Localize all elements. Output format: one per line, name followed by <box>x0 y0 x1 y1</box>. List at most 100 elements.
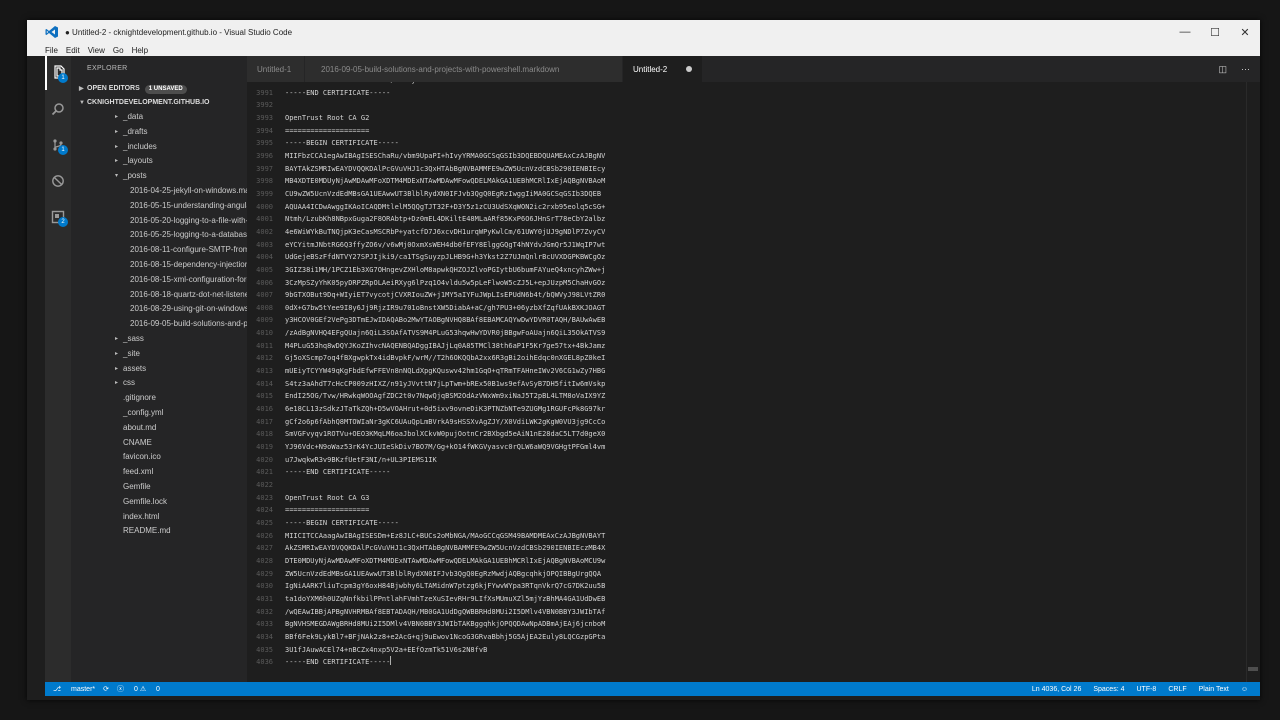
tree-file-item[interactable]: 2016-08-18-quartz-dot-net-listeners. <box>71 288 247 303</box>
line-text: SmVGFvyqv1ROTVu+OEO3KMqLM6oaJbolXCkvW0pu… <box>285 430 606 439</box>
chevron-right-icon: ▸ <box>115 143 119 150</box>
search-icon <box>51 103 64 116</box>
line-number: 4020 <box>256 455 273 464</box>
line-text: ==================== <box>285 506 370 515</box>
tree-file-item[interactable]: README.md <box>71 524 247 539</box>
tree-folder-item[interactable]: ▸ _includes <box>71 140 247 155</box>
chevron-right-icon: ▸ <box>115 114 119 120</box>
tree-folder-item[interactable]: ▸ css <box>71 376 247 391</box>
tree-item-label: 2016-08-18-quartz-dot-net-listeners. <box>130 289 247 299</box>
line-number: 4006 <box>256 278 273 287</box>
tree-folder-item[interactable]: ▸ _site <box>71 347 247 362</box>
tree-folder-item[interactable]: ▸ _drafts <box>71 125 247 140</box>
menu-view[interactable]: View <box>88 46 105 55</box>
language-mode[interactable]: Plain Text <box>1199 686 1229 693</box>
search-activity[interactable] <box>45 92 71 126</box>
tree-item-label: Gemfile <box>123 481 151 491</box>
git-activity[interactable]: 1 <box>45 128 71 162</box>
line-ending[interactable]: CRLF <box>1168 686 1186 693</box>
tree-folder-item[interactable]: ▸ _layouts <box>71 154 247 169</box>
window-title: ● Untitled-2 - cknightdevelopment.github… <box>65 27 293 37</box>
tree-item-label: _posts <box>123 171 147 181</box>
code-line: 3997 BAYTAkZSMRIwEAYDVQQKDAlPcGVuVHJ1c3Qx… <box>247 163 1260 176</box>
tree-file-item[interactable]: 2016-08-29-using-git-on-windows-y <box>71 302 247 317</box>
tree-item-label: _layouts <box>123 156 153 166</box>
line-number: 3993 <box>256 113 273 122</box>
tree-file-item[interactable]: 2016-08-15-xml-configuration-for-qu <box>71 273 247 288</box>
indentation[interactable]: Spaces: 4 <box>1093 686 1124 693</box>
line-text: EndI25OG/Tvw/HRwkqWOOAgfZDC2t0v7NqwQjqBS… <box>285 392 606 401</box>
text-cursor <box>390 656 392 666</box>
more-actions-icon[interactable]: ⋯ <box>1241 64 1250 75</box>
line-number: 4003 <box>256 240 273 249</box>
line-text: -----END CERTIFICATE----- <box>285 658 391 667</box>
tree-item-label: README.md <box>123 526 171 536</box>
tree-file-item[interactable]: about.md <box>71 421 247 436</box>
extensions-activity[interactable]: 2 <box>45 200 71 234</box>
menu-go[interactable]: Go <box>113 46 124 55</box>
project-section[interactable]: ▼ CKNIGHTDEVELOPMENT.GITHUB.IO <box>71 96 247 110</box>
menu-edit[interactable]: Edit <box>66 46 80 55</box>
tree-file-item[interactable]: 2016-08-15-dependency-injection-fo <box>71 258 247 273</box>
line-number: 4021 <box>256 468 273 477</box>
unsaved-dot-icon[interactable] <box>686 66 692 72</box>
tree-file-item[interactable]: _config.yml <box>71 406 247 421</box>
line-number: 4015 <box>256 392 273 401</box>
problems-status[interactable]: ⓧ 0 ⚠ 0 <box>117 684 160 694</box>
line-number: 4002 <box>256 227 273 236</box>
scrollbar-thumb[interactable] <box>1248 667 1258 671</box>
tree-folder-item[interactable]: ▸ _sass <box>71 332 247 347</box>
sync-icon[interactable]: ⟳ <box>103 685 109 693</box>
tree-folder-item[interactable]: ▸ assets <box>71 362 247 377</box>
line-number: 4019 <box>256 443 273 452</box>
line-text: ZW5UcnVzdEdMBsGA1UEAwwUT3BlblRydXN0IFJvb… <box>285 569 602 578</box>
explorer-activity[interactable]: 1 <box>45 56 71 90</box>
tree-file-item[interactable]: favicon.ico <box>71 450 247 465</box>
cursor-position[interactable]: Ln 4036, Col 26 <box>1032 686 1081 693</box>
tree-file-item[interactable]: 2016-05-25-logging-to-a-database-w <box>71 228 247 243</box>
close-button[interactable]: ✕ <box>1230 20 1260 44</box>
tree-file-item[interactable]: 2016-09-05-build-solutions-and-proj <box>71 317 247 332</box>
encoding[interactable]: UTF-8 <box>1136 686 1156 693</box>
code-line: 4001 Ntmh/LzubKh8NBpxGuga2F8ORAbtp+Dz0mEL… <box>247 213 1260 226</box>
line-text: S4tz3aAhdT7cHcCP009zHIXZ/n91yJVvttN7jLpT… <box>285 379 606 388</box>
tree-file-item[interactable]: CNAME <box>71 436 247 451</box>
editor-lines: UXdDLbECB97W4EUH1b5G5N5EN/WK0YjDXx3991--… <box>247 82 1260 669</box>
line-text: /zAdBgNVHQ4EFgQUajn6QiL3SOAfATVS9M4PLuG5… <box>285 329 606 338</box>
tree-folder-item[interactable]: ▾ _posts <box>71 169 247 184</box>
branch-status[interactable]: ⎇ master* <box>53 685 95 693</box>
tree-file-item[interactable]: Gemfile <box>71 480 247 495</box>
chevron-right-icon: ▸ <box>115 380 119 387</box>
tree-item-label: 2016-08-11-configure-SMTP-from-co <box>130 245 247 255</box>
tree-file-item[interactable]: feed.xml <box>71 465 247 480</box>
tree-file-item[interactable]: 2016-04-25-jekyll-on-windows.markdown <box>71 184 247 199</box>
code-line: 4005 3GIZ38i1MH/1PCZ1Eb3XG7OHngevZXHloM8a… <box>247 264 1260 277</box>
title-bar[interactable]: ● Untitled-2 - cknightdevelopment.github… <box>27 20 1260 44</box>
tree-file-item[interactable]: Gemfile.lock <box>71 495 247 510</box>
line-text: 6e18CL13zSdkzJTaTkZQh+D5wVOAHrut+0d5ixv9… <box>285 405 606 414</box>
tree-file-item[interactable]: index.html <box>71 510 247 525</box>
tree-item-label: _data <box>123 112 144 121</box>
tree-file-item[interactable]: 2016-08-11-configure-SMTP-from-co <box>71 243 247 258</box>
line-number: 4036 <box>256 658 273 667</box>
feedback-icon[interactable]: ☺ <box>1241 686 1248 693</box>
explorer-title: EXPLORER <box>87 65 128 72</box>
maximize-button[interactable]: ☐ <box>1200 20 1230 44</box>
minimize-button[interactable]: — <box>1170 20 1200 44</box>
tab-untitled-1[interactable]: Untitled-1 <box>247 56 305 82</box>
debug-activity[interactable] <box>45 164 71 198</box>
tree-folder-item[interactable]: ▸ _data <box>71 110 247 125</box>
menu-file[interactable]: File <box>45 46 58 55</box>
vertical-scrollbar[interactable] <box>1246 82 1260 682</box>
tree-file-item[interactable]: .gitignore <box>71 391 247 406</box>
tree-file-item[interactable]: 2016-05-20-logging-to-a-file-with-nl <box>71 214 247 229</box>
tab-untitled-2[interactable]: Untitled-2 <box>623 56 703 82</box>
tree-file-item[interactable]: 2016-05-15-understanding-angular-d <box>71 199 247 214</box>
code-line: 3995 -----BEGIN CERTIFICATE----- <box>247 137 1260 150</box>
split-editor-icon[interactable]: ◫ <box>1218 64 1227 75</box>
line-text: 3CzMpSZyYhK05pyDRPZRpOLAeiRXyg6lPzq1O4vl… <box>285 278 606 287</box>
open-editors-section[interactable]: ▶ OPEN EDITORS 1 UNSAVED <box>71 82 247 96</box>
tab-build-solutions-markdown[interactable]: 2016-09-05-build-solutions-and-projects-… <box>305 56 623 82</box>
menu-help[interactable]: Help <box>132 46 148 55</box>
code-editor[interactable]: UXdDLbECB97W4EUH1b5G5N5EN/WK0YjDXx3991--… <box>247 82 1260 682</box>
